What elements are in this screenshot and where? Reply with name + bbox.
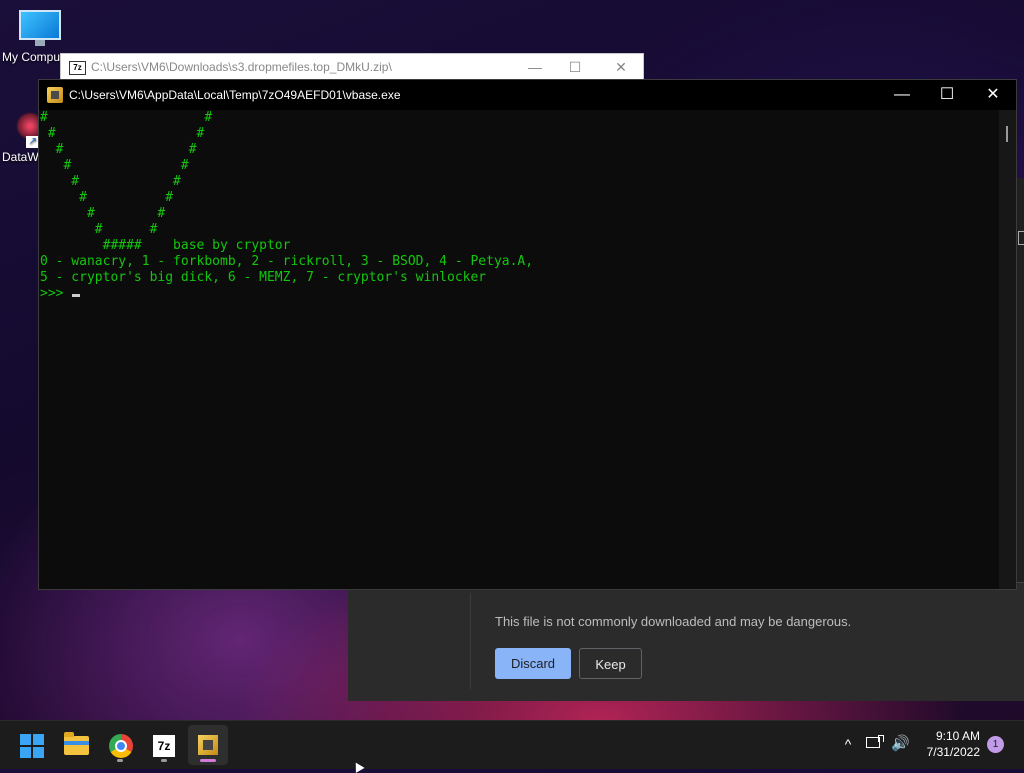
console-app-icon <box>198 735 218 755</box>
show-hidden-icons-chevron-icon[interactable]: ^ <box>840 736 856 752</box>
window-title: C:\Users\VM6\Downloads\s3.dropmefiles.to… <box>91 60 392 74</box>
download-warning-message: This file is not commonly downloaded and… <box>495 614 852 629</box>
close-button[interactable]: ✕ <box>970 80 1016 110</box>
scrollbar[interactable] <box>999 110 1016 589</box>
clock-time: 9:10 AM <box>935 729 980 743</box>
folder-icon <box>64 732 89 755</box>
minimize-button[interactable]: — <box>879 80 925 110</box>
notification-badge[interactable]: 1 <box>987 736 1004 753</box>
running-indicator <box>161 759 167 762</box>
start-button[interactable] <box>12 725 52 765</box>
taskbar-vbase[interactable] <box>188 725 228 765</box>
console-output-area[interactable]: # # # # # # # # # # # # # # # # ##### ba… <box>39 110 1001 589</box>
network-icon[interactable] <box>866 735 884 753</box>
download-warning-panel: This file is not commonly downloaded and… <box>348 582 1024 701</box>
taskbar-chrome[interactable] <box>100 725 140 765</box>
7zip-icon: 7z <box>69 61 86 75</box>
console-app-icon <box>47 87 63 103</box>
taskbar-file-explorer[interactable] <box>56 725 96 765</box>
minimize-button[interactable]: — <box>515 57 555 77</box>
browser-window-edge <box>1016 178 1024 585</box>
window-title: C:\Users\VM6\AppData\Local\Temp\7zO49AEF… <box>69 88 401 102</box>
desktop-icon-label: My Compu <box>2 50 61 64</box>
scrollbar-thumb[interactable] <box>1006 126 1008 142</box>
clock-date: 7/31/2022 <box>926 745 980 759</box>
taskbar-7zip[interactable]: 7z <box>144 725 184 765</box>
volume-icon[interactable]: 🔊 <box>891 735 911 753</box>
close-button[interactable]: ✕ <box>601 57 641 77</box>
active-indicator <box>200 759 216 762</box>
maximize-button[interactable]: ☐ <box>924 80 970 110</box>
chrome-icon <box>109 734 133 758</box>
desktop-icon-my-computer[interactable]: My Compu <box>2 10 61 64</box>
monitor-icon <box>19 10 61 46</box>
7zip-icon: 7z <box>153 735 175 757</box>
console-titlebar[interactable]: C:\Users\VM6\AppData\Local\Temp\7zO49AEF… <box>39 80 1016 110</box>
discard-button[interactable]: Discard <box>495 648 571 679</box>
text-cursor <box>72 294 81 297</box>
taskbar: 7z ^ 🔊 9:10 AM 7/31/2022 1 <box>0 720 1024 769</box>
clock[interactable]: 9:10 AM 7/31/2022 <box>920 728 980 760</box>
console-window[interactable]: C:\Users\VM6\AppData\Local\Temp\7zO49AEF… <box>38 79 1017 590</box>
keep-button[interactable]: Keep <box>579 648 642 679</box>
running-indicator <box>117 759 123 762</box>
background-7zip-window[interactable]: 7z C:\Users\VM6\Downloads\s3.dropmefiles… <box>60 53 644 80</box>
maximize-button[interactable]: ☐ <box>555 57 595 77</box>
console-output: # # # # # # # # # # # # # # # # ##### ba… <box>40 110 534 301</box>
windows-start-icon <box>20 734 44 758</box>
